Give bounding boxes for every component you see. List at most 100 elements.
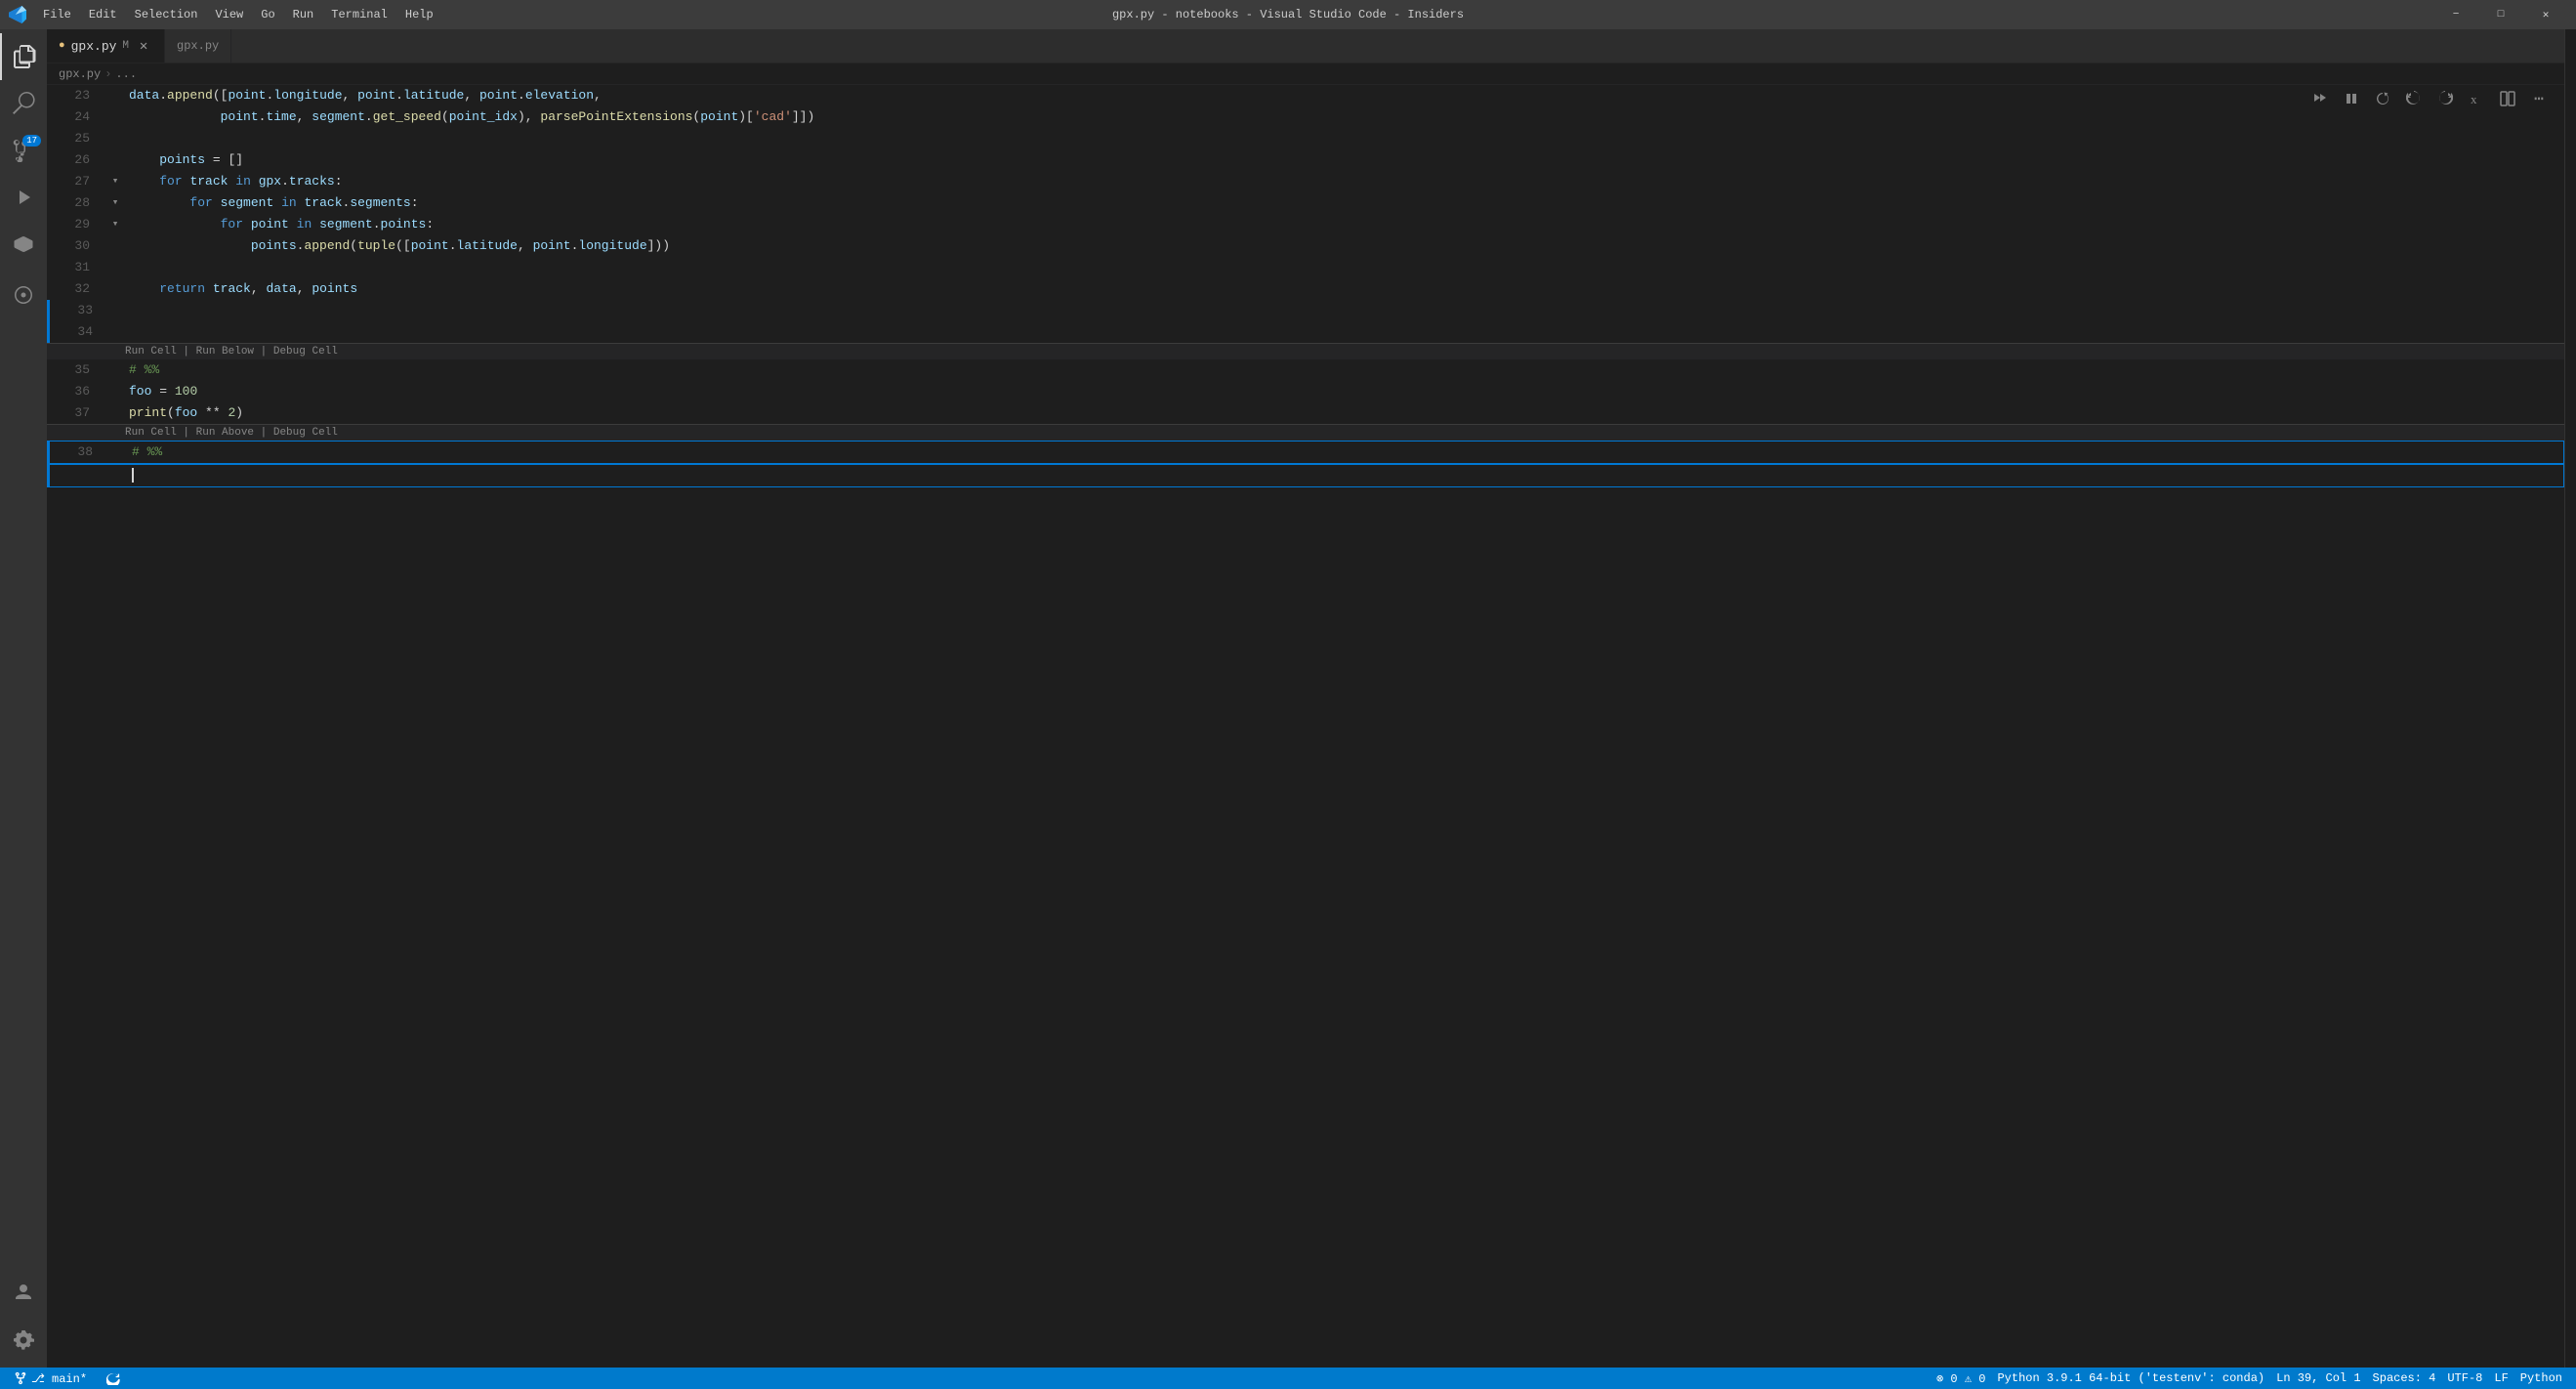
source-control-activity-icon[interactable]: 17: [0, 127, 47, 174]
restart-button[interactable]: [2369, 85, 2396, 112]
line-content-35[interactable]: # %%: [125, 359, 2564, 381]
split-editor-button[interactable]: [2494, 85, 2521, 112]
settings-activity-icon[interactable]: [0, 1317, 47, 1364]
code-line-25: 25: [47, 128, 2564, 149]
line-content-39[interactable]: [128, 465, 2563, 486]
redo-button[interactable]: [2431, 85, 2459, 112]
close-button[interactable]: ✕: [2523, 0, 2568, 29]
python-version-text: Python 3.9.1 64-bit ('testenv': conda): [1997, 1371, 2264, 1385]
branch-name: ⎇ main*: [31, 1371, 87, 1386]
code-line-23: 23 data.append([point.longitude, point.l…: [47, 85, 2564, 106]
line-content-29[interactable]: for point in segment.points:: [125, 214, 2564, 235]
editor-toolbar: x ⋯: [2306, 85, 2553, 112]
line-content-38[interactable]: # %%: [128, 442, 2563, 463]
line-content-33[interactable]: [128, 300, 2564, 321]
tab-label-active: gpx.py: [71, 39, 117, 54]
menu-file[interactable]: File: [35, 6, 79, 23]
source-control-badge: 17: [22, 135, 41, 147]
minimap[interactable]: [2564, 29, 2576, 1368]
cell-sep-pipe-4: |: [261, 427, 273, 439]
line-content-37[interactable]: print(foo ** 2): [125, 402, 2564, 424]
ln-col-text: Ln 39, Col 1: [2276, 1371, 2360, 1385]
line-num-36: 36: [47, 381, 105, 402]
sync-status[interactable]: [101, 1368, 126, 1389]
eol-status[interactable]: LF: [2488, 1368, 2514, 1389]
line-gutter-31: [105, 257, 125, 278]
minimize-button[interactable]: −: [2433, 0, 2478, 29]
line-content-36[interactable]: foo = 100: [125, 381, 2564, 402]
explorer-activity-icon[interactable]: [0, 33, 47, 80]
line-num-35: 35: [47, 359, 105, 381]
line-content-23[interactable]: data.append([point.longitude, point.lati…: [125, 85, 2564, 106]
line-gutter-25: [105, 128, 125, 149]
remote-explorer-activity-icon[interactable]: [0, 272, 47, 318]
line-gutter-27[interactable]: ▾: [105, 171, 125, 192]
language-status[interactable]: Python: [2514, 1368, 2568, 1389]
line-content-25[interactable]: [125, 128, 2564, 149]
run-below-btn-1[interactable]: Run Below: [196, 346, 254, 358]
cell-separator-2: Run Cell | Run Above | Debug Cell: [47, 424, 2564, 441]
menu-view[interactable]: View: [207, 6, 251, 23]
tab-label-secondary: gpx.py: [177, 39, 219, 53]
breadcrumb: gpx.py › ...: [47, 63, 2564, 85]
app-icon: [8, 5, 27, 24]
breadcrumb-separator: ›: [104, 67, 111, 81]
line-content-24[interactable]: point.time, segment.get_speed(point_idx)…: [125, 106, 2564, 128]
run-cell-btn-1[interactable]: Run Cell: [125, 346, 177, 358]
tabs-bar: ● gpx.py M ✕ gpx.py: [47, 29, 2564, 63]
line-gutter-36: [105, 381, 125, 402]
line-num-37: 37: [47, 402, 105, 424]
line-num-28: 28: [47, 192, 105, 214]
debug-cell-btn-2[interactable]: Debug Cell: [273, 427, 338, 439]
run-above-btn-2[interactable]: Run Above: [196, 427, 254, 439]
errors-status[interactable]: ⊗ 0 ⚠ 0: [1931, 1368, 1991, 1389]
line-content-27[interactable]: for track in gpx.tracks:: [125, 171, 2564, 192]
line-gutter-30: [105, 235, 125, 257]
cell-sep-pipe-1: |: [183, 346, 195, 358]
search-activity-icon[interactable]: [0, 80, 47, 127]
accounts-activity-icon[interactable]: [0, 1270, 47, 1317]
encoding-status[interactable]: UTF-8: [2441, 1368, 2488, 1389]
run-debug-activity-icon[interactable]: [0, 174, 47, 221]
interrupt-button[interactable]: [2338, 85, 2365, 112]
line-content-32[interactable]: return track, data, points: [125, 278, 2564, 300]
line-gutter-32: [105, 278, 125, 300]
run-cell-btn-2[interactable]: Run Cell: [125, 427, 177, 439]
debug-cell-btn-1[interactable]: Debug Cell: [273, 346, 338, 358]
tab-gpx-py-active[interactable]: ● gpx.py M ✕: [47, 29, 165, 63]
branch-status[interactable]: ⎇ main*: [8, 1368, 93, 1389]
breadcrumb-path[interactable]: ...: [115, 67, 137, 81]
line-gutter-24: [105, 106, 125, 128]
tab-gpx-py-secondary[interactable]: gpx.py: [165, 29, 231, 63]
line-gutter-29[interactable]: ▾: [105, 214, 125, 235]
variables-button[interactable]: x: [2463, 85, 2490, 112]
line-gutter-34: [108, 321, 128, 343]
menu-help[interactable]: Help: [397, 6, 441, 23]
run-all-button[interactable]: [2306, 85, 2334, 112]
undo-button[interactable]: [2400, 85, 2428, 112]
spaces-status[interactable]: Spaces: 4: [2367, 1368, 2442, 1389]
menu-selection[interactable]: Selection: [127, 6, 206, 23]
maximize-button[interactable]: □: [2478, 0, 2523, 29]
breadcrumb-file[interactable]: gpx.py: [59, 67, 101, 81]
code-line-38: 38 # %%: [47, 441, 2564, 464]
line-content-30[interactable]: points.append(tuple([point.latitude, poi…: [125, 235, 2564, 257]
menu-terminal[interactable]: Terminal: [323, 6, 395, 23]
menu-go[interactable]: Go: [253, 6, 282, 23]
ln-col-status[interactable]: Ln 39, Col 1: [2270, 1368, 2366, 1389]
python-version-status[interactable]: Python 3.9.1 64-bit ('testenv': conda): [1991, 1368, 2270, 1389]
tab-close-active[interactable]: ✕: [135, 37, 152, 55]
line-gutter-28[interactable]: ▾: [105, 192, 125, 214]
line-content-31[interactable]: [125, 257, 2564, 278]
line-content-34[interactable]: [128, 321, 2564, 343]
line-gutter-37: [105, 402, 125, 424]
line-num-30: 30: [47, 235, 105, 257]
more-actions-button[interactable]: ⋯: [2525, 85, 2553, 112]
menu-run[interactable]: Run: [285, 6, 322, 23]
line-content-28[interactable]: for segment in track.segments:: [125, 192, 2564, 214]
extensions-activity-icon[interactable]: [0, 221, 47, 268]
line-gutter-39: [108, 465, 128, 486]
line-content-26[interactable]: points = []: [125, 149, 2564, 171]
menu-edit[interactable]: Edit: [81, 6, 125, 23]
code-container[interactable]: 23 data.append([point.longitude, point.l…: [47, 85, 2564, 1368]
